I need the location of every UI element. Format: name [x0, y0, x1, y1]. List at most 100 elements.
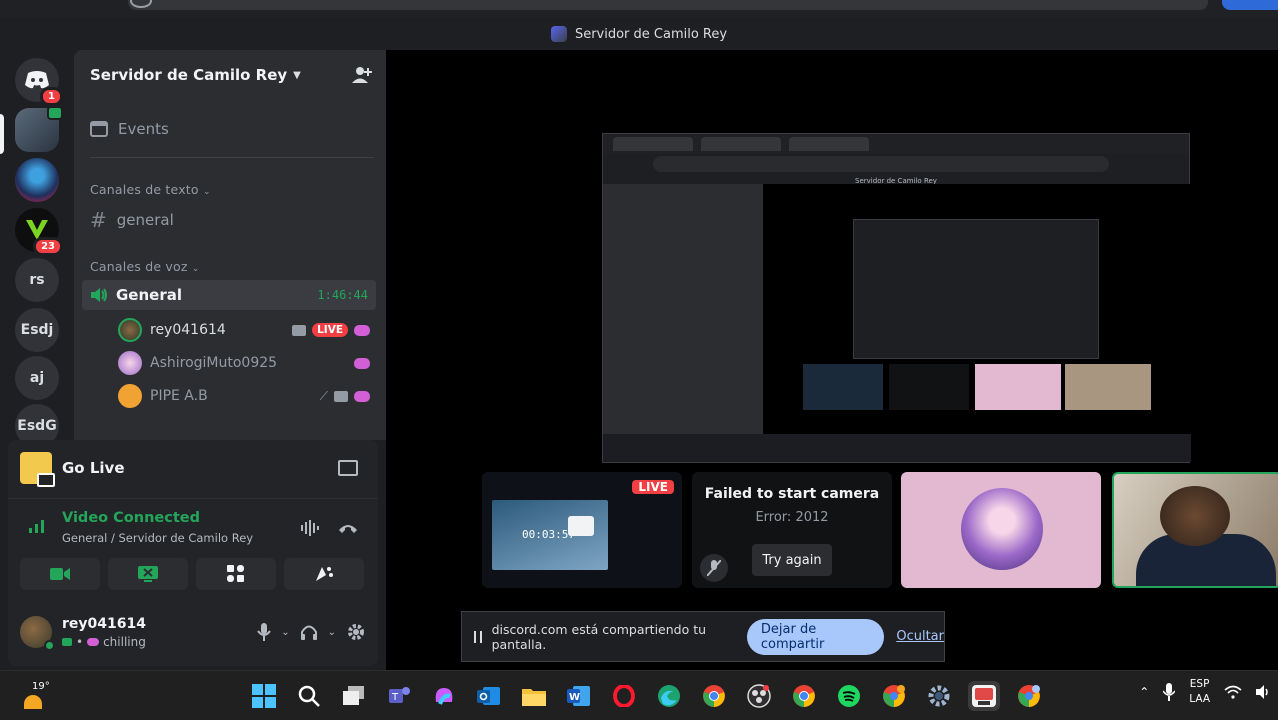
- separator-dot-icon: •: [76, 635, 84, 649]
- speaker-icon: [91, 288, 107, 302]
- opera-icon[interactable]: [608, 681, 640, 711]
- camera-icon: [334, 390, 348, 402]
- activities-button[interactable]: [196, 558, 276, 590]
- camera-icon: [292, 324, 307, 336]
- chevron-down-icon[interactable]: ⌄: [328, 627, 336, 638]
- svg-text:T: T: [391, 692, 399, 703]
- stop-stream-icon[interactable]: [338, 460, 358, 476]
- invite-people-icon[interactable]: [352, 66, 372, 84]
- voice-user-indicators: ⟋: [320, 389, 370, 404]
- go-live-label: Go Live: [62, 459, 125, 477]
- camera-error-title: Failed to start camera: [704, 486, 880, 502]
- server-icon-3[interactable]: 23: [15, 208, 63, 256]
- chevron-up-icon[interactable]: ⌃: [1139, 685, 1149, 699]
- teams-icon[interactable]: T: [383, 681, 415, 711]
- nested-address-bar: [653, 156, 1109, 172]
- voice-user-name: AshirogiMuto0925: [150, 355, 278, 371]
- screen-share-button[interactable]: [108, 558, 188, 590]
- direct-messages-button[interactable]: 1: [15, 58, 63, 106]
- start-icon[interactable]: [248, 681, 280, 711]
- avatar: [118, 384, 142, 408]
- taskbar-apps: T W: [248, 681, 1045, 711]
- camera-icon: [50, 568, 70, 580]
- share-message: discord.com está compartiendo tu pantall…: [491, 621, 707, 652]
- microphone-icon[interactable]: [257, 623, 272, 641]
- events-label: Events: [118, 120, 169, 138]
- server-header[interactable]: Servidor de Camilo Rey ▼: [74, 50, 386, 100]
- chrome-icon[interactable]: [698, 681, 730, 711]
- camera-button[interactable]: [20, 558, 100, 590]
- signal-icon[interactable]: [28, 518, 46, 534]
- window-title: Servidor de Camilo Rey: [574, 26, 728, 42]
- wifi-icon[interactable]: [1224, 685, 1242, 699]
- user-name[interactable]: rey041614: [62, 616, 146, 632]
- nested-recursive-view: [853, 219, 1099, 359]
- weather-widget[interactable]: 19°: [18, 681, 50, 709]
- spotify-icon[interactable]: [833, 681, 865, 711]
- browser-profile-button[interactable]: [1222, 0, 1278, 10]
- mic-muted-icon: ⟋: [319, 388, 328, 403]
- stop-sharing-button[interactable]: Dejar de compartir: [746, 618, 885, 655]
- screen-icon: [568, 516, 594, 536]
- nested-tab: [701, 137, 781, 151]
- stream-tile-screen[interactable]: 00:03:57 LIVE: [482, 472, 682, 588]
- language-indicator[interactable]: ESP LAA: [1189, 677, 1210, 707]
- voice-category-label: Canales de voz: [90, 259, 188, 274]
- chrome-icon[interactable]: [788, 681, 820, 711]
- go-live-row[interactable]: Go Live: [20, 452, 125, 487]
- outlook-icon[interactable]: [473, 681, 505, 711]
- address-bar[interactable]: [128, 0, 1208, 10]
- soundboard-button[interactable]: [284, 558, 364, 590]
- search-icon[interactable]: [293, 681, 325, 711]
- voice-user-row[interactable]: rey041614 LIVE: [118, 316, 376, 344]
- server-icon-2[interactable]: [15, 158, 59, 202]
- chrome-profile-icon[interactable]: [878, 681, 910, 711]
- chevron-down-icon[interactable]: ⌄: [281, 627, 289, 638]
- voice-user-row[interactable]: AshirogiMuto0925: [118, 349, 376, 377]
- task-view-icon[interactable]: [338, 681, 370, 711]
- try-again-button[interactable]: Try again: [752, 544, 832, 576]
- avatar: [961, 488, 1043, 570]
- text-category[interactable]: Canales de texto ⌄: [90, 182, 211, 197]
- file-explorer-icon[interactable]: [518, 681, 550, 711]
- voice-user-indicators: LIVE: [292, 323, 370, 337]
- voice-channel-general[interactable]: General 1:46:44: [82, 280, 376, 310]
- headphones-icon[interactable]: [300, 623, 318, 641]
- channel-general[interactable]: # general: [90, 208, 174, 232]
- chrome-profile-icon[interactable]: [1013, 681, 1045, 711]
- voice-user-row[interactable]: PIPE A.B ⟋: [118, 382, 376, 410]
- server-aj[interactable]: aj: [15, 356, 59, 400]
- obs-icon[interactable]: [743, 681, 775, 711]
- hide-link[interactable]: Ocultar: [896, 629, 944, 644]
- user-tile-ashirogi[interactable]: [901, 472, 1101, 588]
- voice-elapsed-time: 1:46:44: [317, 288, 368, 302]
- server-rs[interactable]: rs: [15, 258, 59, 302]
- nested-tile: [803, 364, 883, 410]
- edge-icon[interactable]: [653, 681, 685, 711]
- server-icon-1[interactable]: [15, 106, 63, 152]
- language-code: ESP: [1189, 678, 1210, 690]
- voice-channel-path[interactable]: General / Servidor de Camilo Rey: [62, 531, 253, 545]
- word-icon[interactable]: W: [563, 681, 595, 711]
- microphone-icon[interactable]: [1163, 683, 1176, 701]
- user-tile-camera[interactable]: [1112, 472, 1278, 588]
- volume-icon[interactable]: [1256, 685, 1270, 699]
- screen-share-notice: discord.com está compartiendo tu pantall…: [461, 611, 945, 662]
- camera-error-tile: Failed to start camera Error: 2012 Try a…: [692, 472, 892, 588]
- discord-app-icon[interactable]: [968, 681, 1000, 711]
- copilot-icon[interactable]: [428, 681, 460, 711]
- settings-gear-icon[interactable]: [346, 622, 366, 642]
- hash-icon: #: [90, 208, 107, 232]
- stream-screenshot[interactable]: Servidor de Camilo Rey: [602, 133, 1191, 463]
- noise-suppression-icon[interactable]: [300, 520, 320, 536]
- server-rail: 1 23 rs Esdj aj EsdG: [0, 50, 74, 448]
- soundboard-icon: [316, 567, 333, 581]
- events-item[interactable]: Events: [90, 120, 169, 138]
- voice-active-icon: [47, 106, 63, 120]
- disconnect-icon[interactable]: [338, 520, 358, 536]
- user-status[interactable]: • chilling: [62, 635, 146, 649]
- weather-temperature: 19°: [32, 681, 50, 692]
- voice-category[interactable]: Canales de voz ⌄: [90, 259, 200, 274]
- server-esdj[interactable]: Esdj: [15, 308, 59, 352]
- settings-gear-icon[interactable]: [923, 681, 955, 711]
